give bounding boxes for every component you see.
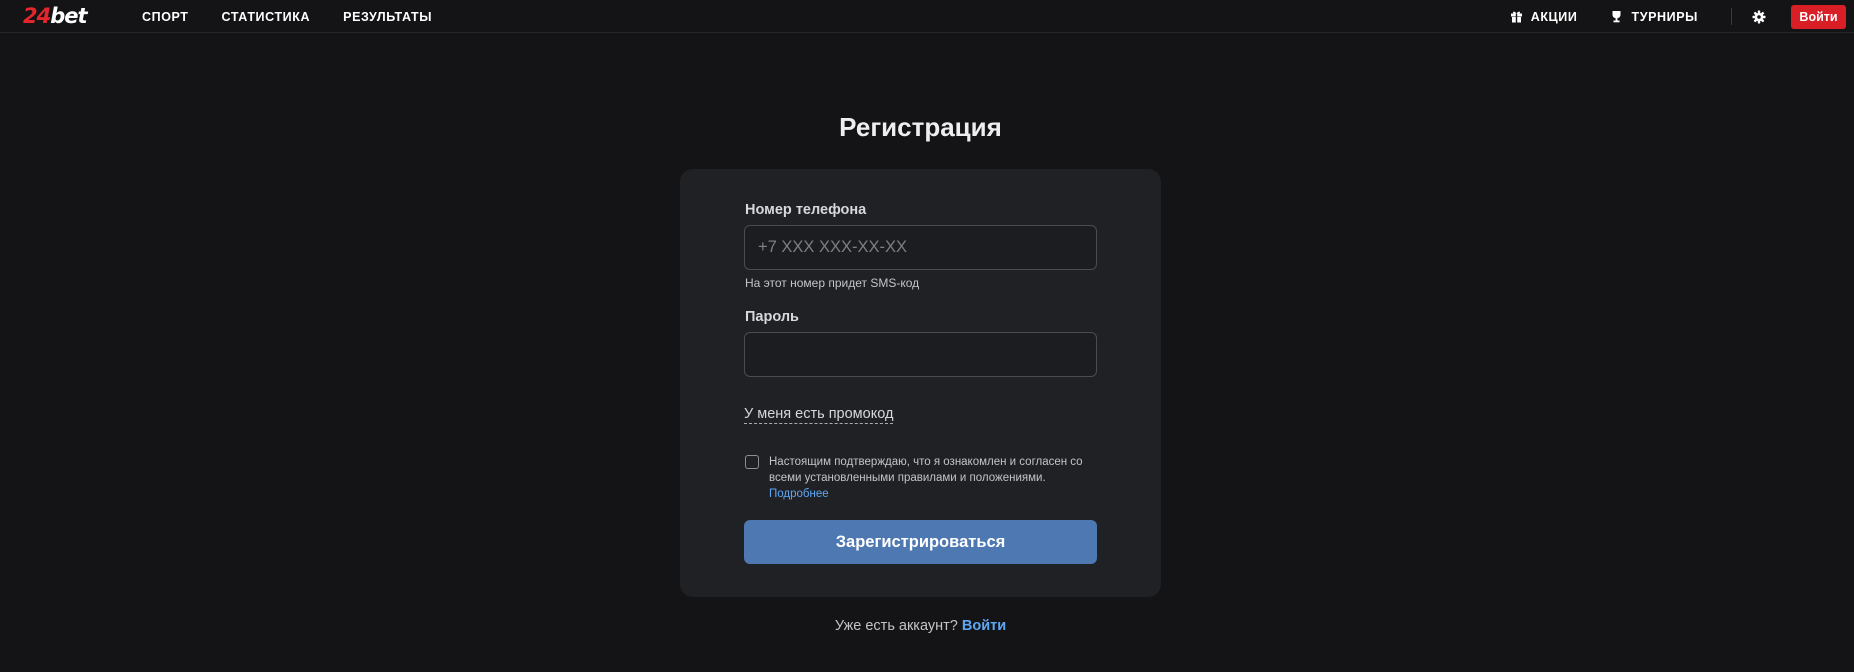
- page-title: Регистрация: [839, 112, 1002, 142]
- have-account-text: Уже есть аккаунт?: [834, 618, 958, 634]
- agreement-checkbox[interactable]: [745, 455, 759, 469]
- promo-code-link[interactable]: У меня есть промокод: [744, 406, 894, 424]
- password-label: Пароль: [745, 309, 799, 325]
- register-button[interactable]: Зарегистрироваться: [744, 520, 1097, 564]
- footer-login-link[interactable]: Войти: [962, 618, 1006, 634]
- agreement-text: Настоящим подтверждаю, что я ознакомлен …: [769, 456, 1083, 484]
- phone-input[interactable]: [744, 225, 1097, 270]
- header-divider: [1731, 8, 1732, 25]
- nav-item-results[interactable]: РЕЗУЛЬТАТЫ: [343, 10, 432, 24]
- login-button[interactable]: Войти: [1791, 4, 1846, 29]
- promotions-label: АКЦИИ: [1530, 9, 1578, 24]
- phone-label: Номер телефона: [745, 202, 867, 218]
- logo-24bet[interactable]: 24bet: [23, 4, 88, 28]
- header-right-actions: АКЦИИ ТУРНИРЫ Войти: [1510, 0, 1854, 33]
- gift-icon: [1510, 10, 1523, 23]
- registration-form: Номер телефона На этот номер придет SMS-…: [680, 169, 1161, 597]
- nav-item-statistics[interactable]: СТАТИСТИКА: [222, 10, 311, 24]
- more-details-link[interactable]: Подробнее: [769, 488, 829, 500]
- promotions-link[interactable]: АКЦИИ: [1510, 10, 1578, 24]
- tournaments-label: ТУРНИРЫ: [1631, 9, 1698, 24]
- gear-icon[interactable]: [1752, 10, 1766, 24]
- tournaments-link[interactable]: ТУРНИРЫ: [1610, 10, 1698, 24]
- logo-text: bet: [50, 4, 87, 28]
- logo-number: 24: [23, 4, 51, 28]
- main-nav: СПОРТ СТАТИСТИКА РЕЗУЛЬТАТЫ: [142, 0, 465, 33]
- password-input[interactable]: [744, 332, 1097, 377]
- trophy-icon: [1610, 10, 1623, 23]
- top-navigation-bar: 24bet СПОРТ СТАТИСТИКА РЕЗУЛЬТАТЫ АКЦИИ: [0, 0, 1854, 33]
- phone-hint: На этот номер придет SMS-код: [745, 276, 920, 290]
- nav-item-sport[interactable]: СПОРТ: [142, 10, 189, 24]
- login-prompt: Уже есть аккаунт? Войти: [0, 618, 1841, 634]
